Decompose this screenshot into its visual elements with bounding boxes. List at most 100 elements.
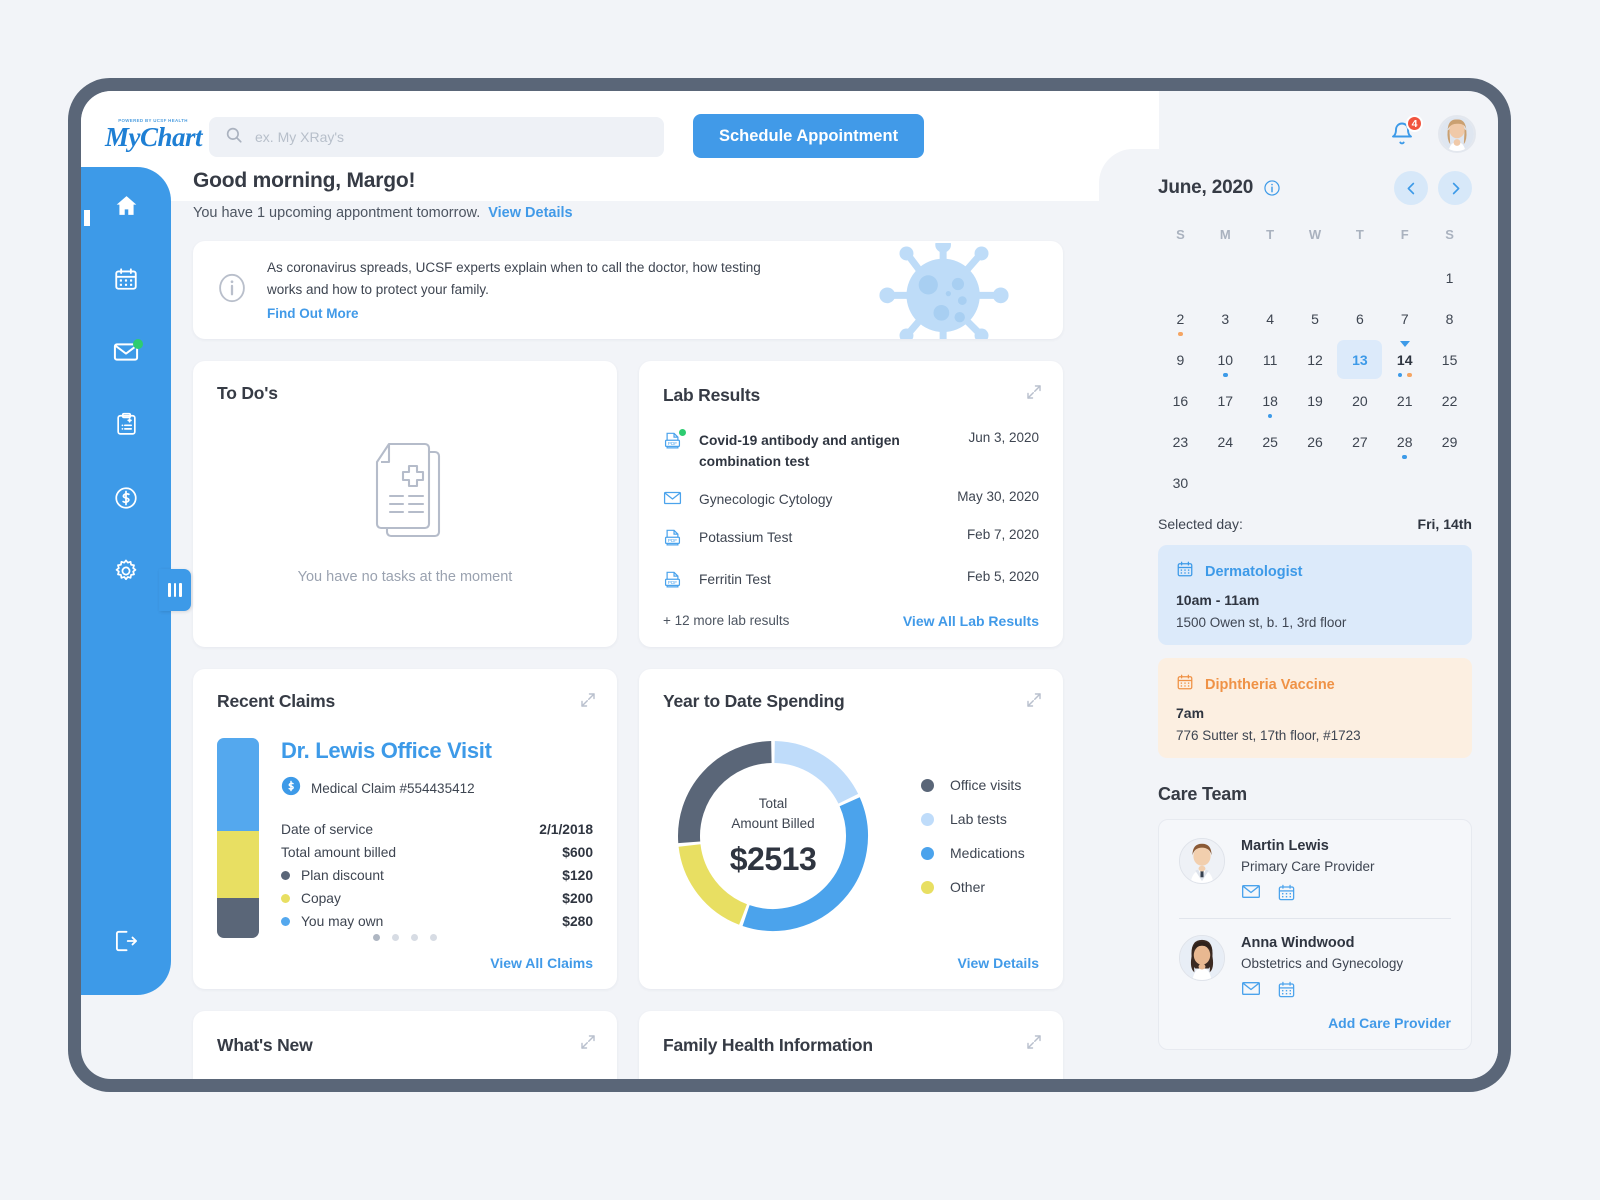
calendar-day-2[interactable]: 2 bbox=[1158, 299, 1203, 338]
calendar-next-button[interactable] bbox=[1438, 171, 1472, 205]
schedule-with-provider-icon[interactable] bbox=[1277, 980, 1296, 999]
add-care-provider-link[interactable]: Add Care Provider bbox=[1179, 1015, 1451, 1031]
lab-result-name: Ferritin Test bbox=[699, 571, 771, 587]
calendar-day-10[interactable]: 10 bbox=[1203, 340, 1248, 379]
calendar-prev-button[interactable] bbox=[1394, 171, 1428, 205]
calendar-day-9[interactable]: 9 bbox=[1158, 340, 1203, 379]
legend-item-lab-tests: Lab tests bbox=[921, 802, 1025, 836]
calendar-day-7[interactable]: 7 bbox=[1382, 299, 1427, 338]
expand-icon[interactable] bbox=[579, 1033, 597, 1056]
message-provider-icon[interactable] bbox=[1241, 980, 1261, 999]
calendar-day-30[interactable]: 30 bbox=[1158, 463, 1203, 502]
pager-dot[interactable] bbox=[411, 934, 418, 941]
calendar-day-number: 14 bbox=[1396, 351, 1413, 368]
recent-claims-title: Recent Claims bbox=[217, 691, 336, 711]
sidebar-item-billing[interactable] bbox=[105, 479, 147, 521]
legend-dot bbox=[921, 846, 934, 860]
calendar-day-16[interactable]: 16 bbox=[1158, 381, 1203, 420]
calendar-day-4[interactable]: 4 bbox=[1248, 299, 1293, 338]
view-details-spending-link[interactable]: View Details bbox=[958, 955, 1039, 971]
calendar-day-21[interactable]: 21 bbox=[1382, 381, 1427, 420]
calendar-day-22[interactable]: 22 bbox=[1427, 381, 1472, 420]
pager-dot[interactable] bbox=[392, 934, 399, 941]
claim-bar-segment-copay bbox=[217, 831, 259, 898]
calendar-day-11[interactable]: 11 bbox=[1248, 340, 1293, 379]
search-input[interactable] bbox=[255, 129, 648, 145]
calendar-month-label: June, 2020 bbox=[1158, 177, 1254, 198]
view-all-lab-results-link[interactable]: View All Lab Results bbox=[903, 613, 1039, 629]
calendar-dow-6: S bbox=[1445, 227, 1454, 242]
find-out-more-link[interactable]: Find Out More bbox=[267, 306, 359, 321]
calendar-day-5[interactable]: 5 bbox=[1293, 299, 1338, 338]
pager-dot[interactable] bbox=[373, 934, 380, 941]
calendar-day-15[interactable]: 15 bbox=[1427, 340, 1472, 379]
calendar-day-14[interactable]: 14 bbox=[1382, 340, 1427, 379]
calendar-day-number: 16 bbox=[1172, 392, 1189, 409]
lab-result-row[interactable]: PDF Covid-19 antibody and antigen combin… bbox=[663, 422, 1039, 481]
claims-carousel-pager[interactable] bbox=[193, 934, 617, 941]
calendar-day-25[interactable]: 25 bbox=[1248, 422, 1293, 461]
calendar-day-28[interactable]: 28 bbox=[1382, 422, 1427, 461]
pager-dot[interactable] bbox=[430, 934, 437, 941]
calendar-day-8[interactable]: 8 bbox=[1427, 299, 1472, 338]
expand-icon[interactable] bbox=[1025, 1033, 1043, 1056]
sidebar-item-logout[interactable] bbox=[81, 928, 171, 959]
care-member-role: Primary Care Provider bbox=[1241, 859, 1375, 874]
care-member-name: Anna Windwood bbox=[1241, 935, 1355, 951]
appointment-card-vaccine[interactable]: Diphtheria Vaccine 7am 776 Sutter st, 17… bbox=[1158, 658, 1472, 758]
view-details-link[interactable]: View Details bbox=[488, 205, 572, 221]
calendar-day-27[interactable]: 27 bbox=[1337, 422, 1382, 461]
expand-icon[interactable] bbox=[579, 691, 597, 714]
calendar-day-number: 23 bbox=[1172, 433, 1189, 450]
expand-icon[interactable] bbox=[1025, 691, 1043, 714]
claim-title-link[interactable]: Dr. Lewis Office Visit bbox=[281, 738, 593, 764]
calendar-day-6[interactable]: 6 bbox=[1337, 299, 1382, 338]
lab-result-row[interactable]: Gynecologic Cytology May 30, 2020 bbox=[663, 481, 1039, 519]
sidebar-item-records[interactable] bbox=[105, 406, 147, 448]
search-bar[interactable] bbox=[209, 117, 664, 157]
sidebar-resize-handle[interactable] bbox=[159, 569, 191, 611]
avatar bbox=[1179, 838, 1225, 884]
calendar-day-26[interactable]: 26 bbox=[1293, 422, 1338, 461]
calendar-day-number: 20 bbox=[1352, 392, 1368, 409]
calendar-day-3[interactable]: 3 bbox=[1203, 299, 1248, 338]
calendar-day-29[interactable]: 29 bbox=[1427, 422, 1472, 461]
schedule-with-provider-icon[interactable] bbox=[1277, 883, 1296, 902]
cards-row-3: What's New Family Health Information bbox=[193, 1011, 1063, 1079]
calendar-day-12[interactable]: 12 bbox=[1293, 340, 1338, 379]
calendar-day-1[interactable]: 1 bbox=[1427, 258, 1472, 297]
calendar-day-23[interactable]: 23 bbox=[1158, 422, 1203, 461]
lab-result-row[interactable]: PDF Ferritin Test Feb 5, 2020 bbox=[663, 561, 1039, 603]
calendar-day-marker-triangle bbox=[1382, 341, 1427, 347]
calendar-day-19[interactable]: 19 bbox=[1293, 381, 1338, 420]
sidebar-item-appointments[interactable] bbox=[105, 260, 147, 302]
view-all-claims-link[interactable]: View All Claims bbox=[490, 955, 593, 971]
messages-unread-badge bbox=[133, 339, 143, 349]
calendar-day-18[interactable]: 18 bbox=[1248, 381, 1293, 420]
calendar-day-20[interactable]: 20 bbox=[1337, 381, 1382, 420]
calendar-day-24[interactable]: 24 bbox=[1203, 422, 1248, 461]
notifications-bell[interactable]: 4 bbox=[1390, 115, 1423, 149]
sidebar-item-messages[interactable] bbox=[105, 333, 147, 375]
todos-title: To Do's bbox=[217, 383, 278, 403]
calendar-day-13[interactable]: 13 bbox=[1337, 340, 1383, 379]
claim-line-label: Date of service bbox=[281, 822, 374, 837]
message-provider-icon[interactable] bbox=[1241, 883, 1261, 902]
sidebar-item-home[interactable] bbox=[105, 187, 147, 229]
user-avatar[interactable] bbox=[1438, 115, 1476, 153]
calendar-day-17[interactable]: 17 bbox=[1203, 381, 1248, 420]
calendar-grid[interactable]: S M T W T F S 1 2 3 4 5 6 7 8 9 10 11 12 13 14 15 16 17 18 19 20 21… bbox=[1158, 221, 1472, 502]
info-icon[interactable] bbox=[1263, 179, 1281, 197]
gear-icon bbox=[113, 558, 139, 589]
main-content: Good morning, Margo! You have 1 upcoming… bbox=[193, 169, 1063, 1079]
calendar-day-number: 26 bbox=[1307, 433, 1323, 450]
appointment-card-dermatologist[interactable]: Dermatologist 10am - 11am 1500 Owen st, … bbox=[1158, 545, 1472, 645]
lab-result-row[interactable]: PDF Potassium Test Feb 7, 2020 bbox=[663, 519, 1039, 561]
schedule-appointment-button[interactable]: Schedule Appointment bbox=[693, 114, 925, 158]
clipboard-medical-icon bbox=[114, 412, 139, 442]
sidebar-item-settings[interactable] bbox=[105, 552, 147, 594]
expand-icon[interactable] bbox=[1025, 383, 1043, 406]
calendar-header: June, 2020 bbox=[1158, 171, 1472, 205]
claim-breakdown-bar bbox=[217, 738, 259, 938]
calendar-dow-3: W bbox=[1308, 227, 1322, 242]
